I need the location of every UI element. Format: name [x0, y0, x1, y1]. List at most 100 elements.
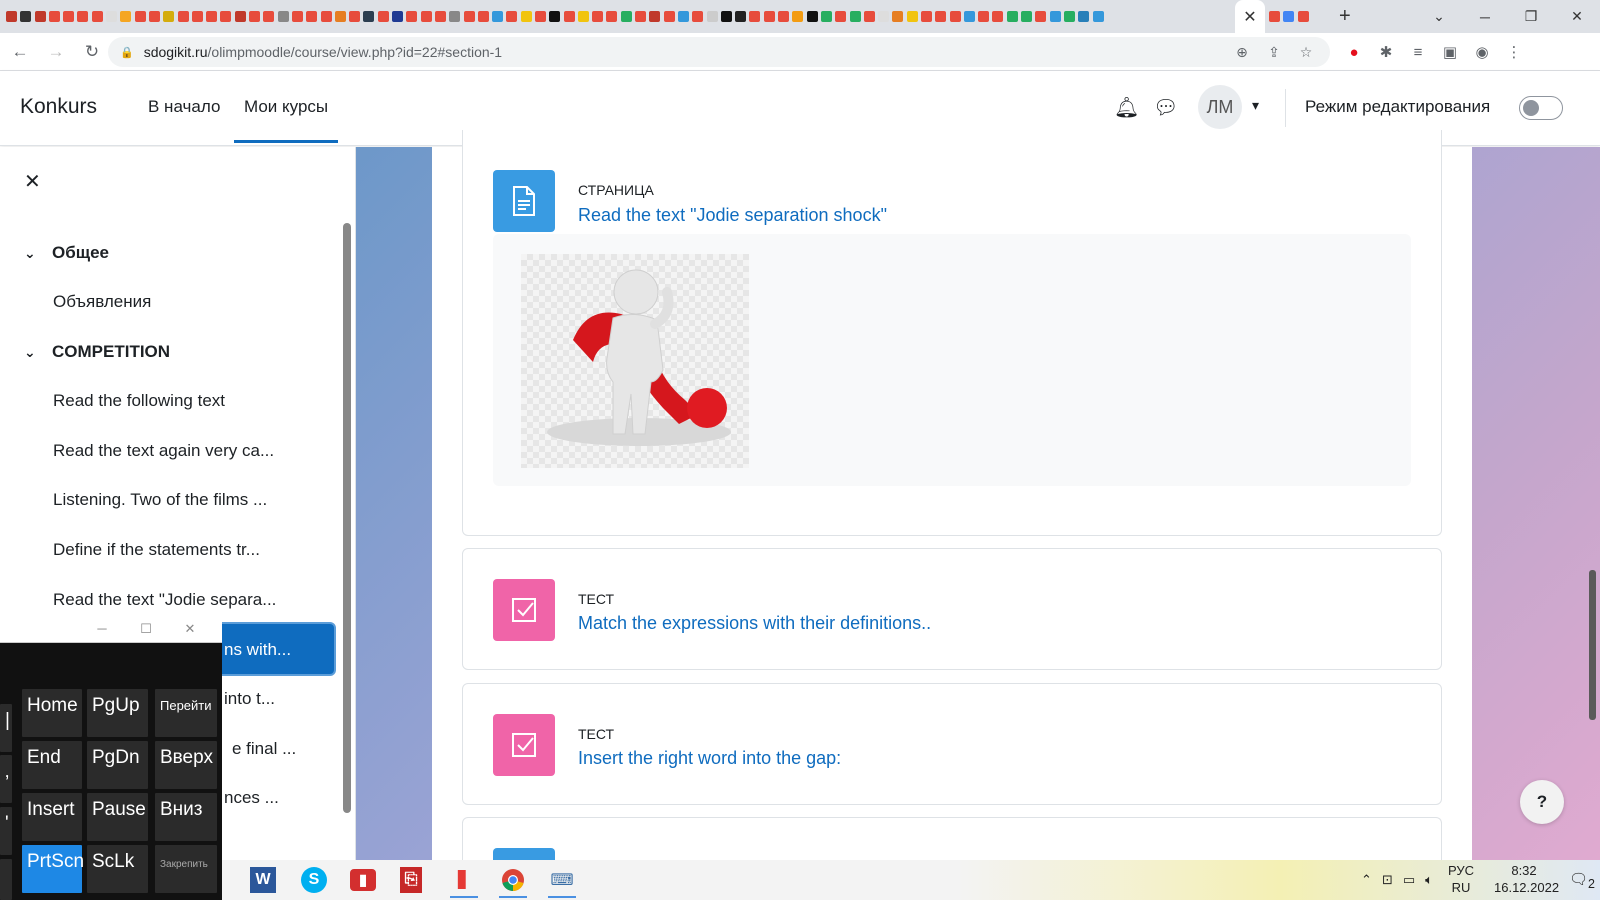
chevron-down-icon[interactable]: ⌄ — [1416, 8, 1462, 25]
tab-favicon[interactable] — [506, 11, 518, 22]
drawer-item[interactable]: Read the text "Jodie separa... — [53, 590, 333, 610]
tab-favicon[interactable] — [106, 11, 118, 22]
key-down[interactable]: Вниз — [155, 793, 217, 841]
tab-favicon[interactable] — [592, 11, 604, 22]
tab-favicon[interactable] — [349, 11, 361, 22]
key-pgdn[interactable]: PgDn — [87, 741, 148, 789]
tab-favicon[interactable] — [249, 11, 261, 22]
reader-icon[interactable]: ▮ — [350, 869, 376, 891]
tab-favicon[interactable] — [277, 11, 289, 22]
lock-icon[interactable]: 🔒 — [120, 46, 134, 59]
tab-favicon[interactable] — [449, 11, 461, 22]
tab-favicon[interactable] — [1049, 11, 1061, 22]
chevron-down-icon[interactable]: ▾ — [1252, 97, 1259, 114]
tab-favicon[interactable] — [749, 11, 761, 22]
key-prtscn[interactable]: PrtScn — [22, 845, 84, 893]
language-indicator[interactable]: РУС RU — [1443, 863, 1479, 897]
tab-favicon[interactable] — [892, 11, 904, 22]
reload-icon[interactable]: ↻ — [76, 42, 108, 62]
activity-link[interactable]: Insert the right word into the gap: — [578, 748, 841, 769]
nav-my-courses[interactable]: Мои курсы — [234, 97, 339, 143]
bell-icon[interactable]: 🔔︎ — [1114, 95, 1139, 120]
edit-mode-toggle[interactable] — [1519, 96, 1563, 120]
drawer-item[interactable]: Read the text again very ca... — [53, 441, 333, 461]
back-icon[interactable]: ← — [4, 42, 36, 62]
tab-favicon[interactable] — [949, 11, 961, 22]
star-icon[interactable]: ☆ — [1290, 44, 1322, 61]
notification-icon[interactable]: 🗨︎2 — [1569, 870, 1595, 891]
tab-favicon[interactable] — [263, 11, 275, 22]
drawer-item[interactable]: Listening. Two of the films ... — [53, 490, 333, 510]
minimize-icon[interactable]: ─ — [1462, 9, 1508, 25]
tab-favicon[interactable] — [77, 11, 89, 22]
tab-favicon[interactable] — [406, 11, 418, 22]
tab-favicon[interactable] — [620, 11, 632, 22]
tab-favicon[interactable] — [863, 11, 875, 22]
tab-favicon[interactable] — [34, 11, 46, 22]
share-icon[interactable]: ⇪ — [1258, 44, 1290, 61]
tab-favicon[interactable] — [720, 11, 732, 22]
tab-favicon[interactable] — [1063, 11, 1075, 22]
clock[interactable]: 8:32 16.12.2022 — [1489, 863, 1559, 897]
key-end[interactable]: End — [22, 741, 82, 789]
tab-favicon[interactable] — [492, 11, 504, 22]
skype-icon[interactable]: S — [301, 867, 327, 893]
tab-favicon[interactable] — [820, 11, 832, 22]
key-partial[interactable]: ' — [0, 807, 12, 855]
tab-favicon[interactable] — [649, 11, 661, 22]
tab-favicon[interactable] — [463, 11, 475, 22]
tab-favicon[interactable] — [1078, 11, 1090, 22]
tab-favicon[interactable] — [1006, 11, 1018, 22]
tab-favicon[interactable] — [635, 11, 647, 22]
tab-favicon[interactable] — [177, 11, 189, 22]
tab-favicon[interactable] — [434, 11, 446, 22]
tab-favicon[interactable] — [577, 11, 589, 22]
word-icon[interactable]: W — [250, 867, 276, 893]
tab-favicon[interactable] — [306, 11, 318, 22]
tab-favicon[interactable] — [520, 11, 532, 22]
key-pin[interactable]: Закрепить — [155, 845, 217, 893]
tab-favicon[interactable] — [291, 11, 303, 22]
tab-favicon[interactable] — [978, 11, 990, 22]
activity-link[interactable]: Read the text "Jodie separation shock" — [578, 205, 887, 226]
close-icon[interactable]: ✕ — [168, 621, 212, 637]
tab-favicon[interactable] — [477, 11, 489, 22]
tab-favicon[interactable] — [677, 11, 689, 22]
drawer-item[interactable]: nces ... — [224, 788, 334, 808]
drawer-scrollbar[interactable] — [343, 223, 351, 813]
tab-favicon[interactable] — [120, 11, 132, 22]
tab-favicon[interactable] — [1283, 11, 1295, 22]
tab-favicon[interactable] — [835, 11, 847, 22]
tab-favicon[interactable] — [191, 11, 203, 22]
nav-home[interactable]: В начало — [148, 97, 220, 117]
zoom-icon[interactable]: ⊕ — [1226, 44, 1258, 61]
device-icon[interactable]: ⊡ — [1382, 872, 1393, 888]
kebab-menu-icon[interactable]: ⋮ — [1498, 43, 1530, 61]
pdf-icon[interactable]: ⎘ — [400, 867, 422, 893]
tab-favicon[interactable] — [377, 11, 389, 22]
tab-favicon[interactable] — [549, 11, 561, 22]
activity-link[interactable]: Match the expressions with their definit… — [578, 613, 931, 634]
drawer-item[interactable]: into t... — [224, 689, 334, 709]
tab-favicon[interactable] — [363, 11, 375, 22]
tab-favicon[interactable] — [6, 11, 17, 22]
tab-favicon[interactable] — [878, 11, 890, 22]
tab-favicon[interactable] — [935, 11, 947, 22]
chat-bubble-icon[interactable]: 💬︎ — [1153, 95, 1178, 120]
tab-favicon[interactable] — [778, 11, 790, 22]
tab-favicon[interactable] — [320, 11, 332, 22]
key-up[interactable]: Вверх — [155, 741, 217, 789]
side-panel-icon[interactable]: ▣ — [1434, 43, 1466, 61]
key-home[interactable]: Home — [22, 689, 82, 737]
tab-favicon[interactable] — [392, 11, 404, 22]
volume-icon[interactable]: 🔈︎ — [1425, 872, 1433, 888]
chrome-icon[interactable] — [495, 864, 531, 898]
tab-favicon[interactable] — [692, 11, 704, 22]
tab-favicon[interactable] — [206, 11, 218, 22]
tab-favicon[interactable] — [663, 11, 675, 22]
key-partial[interactable] — [0, 859, 12, 900]
chevron-down-icon[interactable]: ⌄ — [24, 344, 52, 361]
key-goto[interactable]: Перейти — [155, 689, 217, 737]
tab-favicon[interactable] — [91, 11, 103, 22]
tab-favicon[interactable] — [1092, 11, 1104, 22]
